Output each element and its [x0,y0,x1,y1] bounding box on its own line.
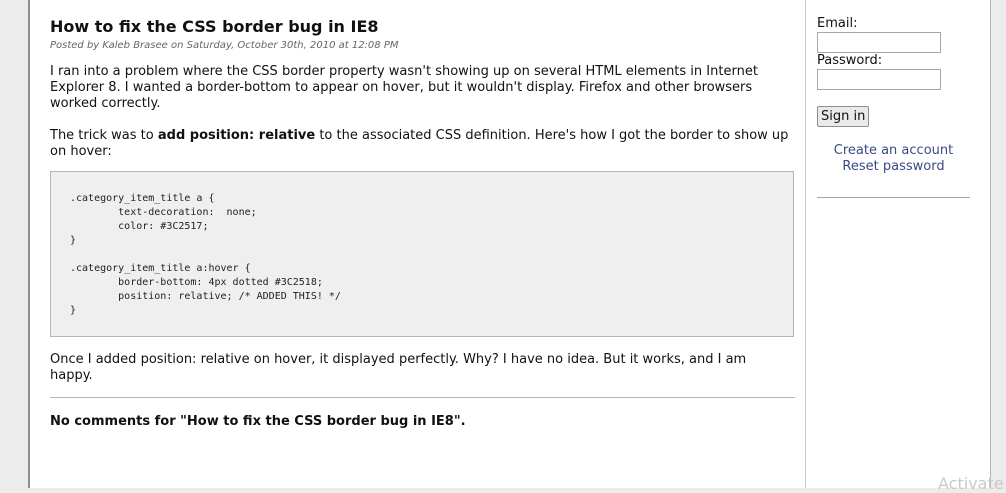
account-links: Create an account Reset password [817,143,970,175]
comments-heading: No comments for "How to fix the CSS bord… [50,414,466,429]
paragraph-2-emphasis: add position: relative [157,128,316,143]
post-title: How to fix the CSS border bug in IE8 [50,17,379,36]
sidebar-rule [817,197,970,198]
activation-watermark: Activate [938,474,1004,493]
code-block: .category_item_title a { text-decoration… [50,171,794,337]
page-container: How to fix the CSS border bug in IE8 Pos… [28,0,991,488]
content-divider [50,397,795,398]
post-paragraph-2: The trick was to add position: relative … [50,128,790,160]
sign-in-button[interactable]: Sign in [817,106,870,127]
paragraph-2-text-start: The trick was to [50,128,158,143]
password-label: Password: [817,53,883,68]
post-paragraph-3: Once I added position: relative on hover… [50,352,747,383]
email-label: Email: [817,16,858,31]
reset-password-link[interactable]: Reset password [817,159,970,175]
post-paragraph-1: I ran into a problem where the CSS borde… [50,64,758,111]
create-account-link[interactable]: Create an account [817,143,970,159]
sidebar-divider [805,0,806,488]
post-meta: Posted by Kaleb Brasee on Saturday, Octo… [50,40,399,51]
password-field[interactable] [817,69,941,90]
email-field[interactable] [817,32,941,53]
